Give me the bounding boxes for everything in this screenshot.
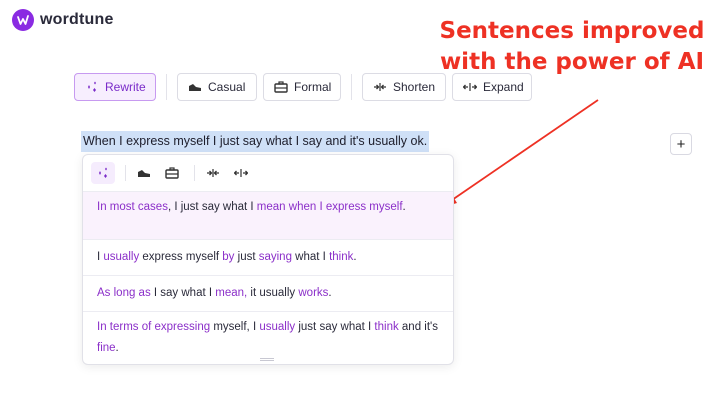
rewrite-button[interactable]: Rewrite (74, 73, 156, 101)
suggested-change: think (374, 321, 399, 333)
formal-button[interactable]: Formal (263, 73, 341, 101)
logo-text: wordtune (40, 11, 114, 28)
suggestion-text: . (353, 251, 357, 263)
suggestion-item[interactable]: In most cases, I just say what I mean wh… (83, 192, 453, 240)
casual-icon-button[interactable] (132, 162, 156, 184)
expand-icon-button[interactable] (229, 162, 253, 184)
add-button[interactable]: + (670, 133, 692, 155)
selected-sentence[interactable]: When I express myself I just say what I … (81, 131, 430, 152)
app-logo: wordtune (12, 9, 114, 31)
annotation-line-1: Sentences improved (439, 18, 705, 44)
suggested-change: think (329, 251, 354, 263)
rewrite-icon-button[interactable] (91, 162, 115, 184)
resize-handle[interactable] (260, 358, 274, 361)
popup-divider (125, 165, 126, 181)
toolbar-divider (166, 74, 167, 100)
suggestion-text: express myself (139, 251, 223, 263)
suggestion-text: what I (291, 251, 330, 263)
suggestion-text: and it's (398, 321, 438, 333)
suggested-change: In most cases (97, 201, 168, 213)
suggestion-text: I say what I (150, 287, 216, 299)
suggestion-text: . (115, 342, 119, 354)
suggested-change: usually (103, 251, 140, 263)
suggestion-text: . (328, 287, 332, 299)
popup-toolbar (83, 155, 453, 192)
casual-label: Casual (208, 80, 246, 94)
suggestion-item[interactable]: As long as I say what I mean, it usually… (83, 276, 453, 312)
popup-divider (194, 165, 195, 181)
shorten-label: Shorten (393, 80, 436, 94)
suggested-change: saying (258, 251, 292, 263)
sparkle-icon (85, 81, 99, 93)
suggested-change: mean, (215, 287, 248, 299)
toolbar-divider (351, 74, 352, 100)
wordtune-logo-icon (12, 9, 34, 31)
shorten-arrows-icon (373, 81, 387, 93)
suggested-change: fine (97, 342, 116, 354)
rewrite-toolbar: Rewrite Casual Formal Shorten Expand (74, 73, 532, 101)
suggestion-text: just say what I (295, 321, 375, 333)
expand-button[interactable]: Expand (452, 73, 532, 101)
formal-icon-button[interactable] (160, 162, 184, 184)
annotation-callout: Sentences improved with the power of AI (432, 16, 712, 78)
plus-icon: + (676, 135, 686, 153)
suggested-change: by (222, 251, 235, 263)
suggestion-text: just (234, 251, 259, 263)
suggestion-text: , I just say what I (167, 201, 257, 213)
suggested-change: As long as (97, 287, 151, 299)
suggestion-text: it usually (247, 287, 299, 299)
sneaker-icon (188, 81, 202, 93)
shorten-button[interactable]: Shorten (362, 73, 446, 101)
rewrite-label: Rewrite (105, 80, 146, 94)
suggested-change: In terms of expressing (97, 321, 211, 333)
formal-label: Formal (294, 80, 332, 94)
suggested-change: mean when I express myself (256, 201, 403, 213)
briefcase-icon (274, 81, 288, 93)
suggestion-item[interactable]: In terms of expressing myself, I usually… (83, 312, 453, 363)
suggested-change: usually (259, 321, 296, 333)
casual-button[interactable]: Casual (177, 73, 257, 101)
suggestions-popup: In most cases, I just say what I mean wh… (82, 154, 454, 365)
suggestion-text: . (402, 201, 406, 213)
shorten-icon-button[interactable] (201, 162, 225, 184)
expand-arrows-icon (462, 81, 478, 93)
expand-label: Expand (483, 80, 524, 94)
suggestion-text: myself, I (210, 321, 260, 333)
suggestion-item[interactable]: I usually express myself by just saying … (83, 240, 453, 276)
suggested-change: works (298, 287, 329, 299)
